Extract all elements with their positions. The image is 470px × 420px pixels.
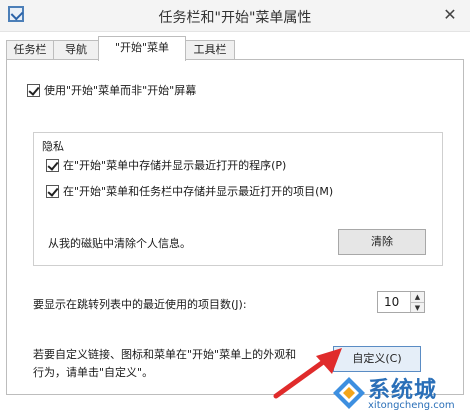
clear-button[interactable]: 清除 bbox=[338, 229, 426, 255]
tab-navigation[interactable]: 导航 bbox=[53, 40, 99, 60]
jump-list-count-value[interactable]: 10 bbox=[384, 295, 399, 309]
watermark: 系统城 xitongcheng.com bbox=[330, 372, 470, 420]
clear-tiles-text: 从我的磁贴中清除个人信息。 bbox=[48, 235, 191, 251]
store-programs-checkbox[interactable] bbox=[46, 158, 59, 172]
customize-text-line1: 若要自定义链接、图标和菜单在"开始"菜单上的外观和 bbox=[33, 348, 297, 361]
tab-taskbar[interactable]: 任务栏 bbox=[6, 40, 54, 60]
use-start-menu-label: 使用"开始"菜单而非"开始"屏幕 bbox=[44, 84, 197, 97]
use-start-menu-option[interactable]: 使用"开始"菜单而非"开始"屏幕 bbox=[27, 82, 196, 98]
watermark-url: xitongcheng.com bbox=[368, 400, 455, 411]
customize-text-line2: 行为，请单击"自定义"。 bbox=[33, 366, 154, 379]
clear-tiles-label: 从我的磁贴中清除个人信息。 bbox=[48, 237, 191, 250]
privacy-group-title: 隐私 bbox=[42, 138, 64, 154]
stepper-down-icon[interactable]: ▼ bbox=[410, 302, 424, 312]
use-start-menu-checkbox[interactable] bbox=[27, 83, 40, 97]
jump-list-count-stepper[interactable]: 10 ▲ ▼ bbox=[377, 291, 425, 313]
watermark-logo-icon bbox=[333, 377, 365, 409]
store-items-option[interactable]: 在"开始"菜单和任务栏中存储并显示最近打开的项目(M) bbox=[46, 183, 333, 199]
store-items-label: 在"开始"菜单和任务栏中存储并显示最近打开的项目(M) bbox=[63, 185, 334, 198]
privacy-group: 隐私 在"开始"菜单中存储并显示最近打开的程序(P) 在"开始"菜单和任务栏中存… bbox=[33, 132, 443, 266]
window-title: 任务栏和"开始"菜单属性 bbox=[158, 10, 312, 26]
tab-start-menu[interactable]: "开始"菜单 bbox=[98, 36, 186, 61]
tab-toolbars[interactable]: 工具栏 bbox=[185, 40, 235, 60]
tab-strip: 任务栏 导航 "开始"菜单 工具栏 bbox=[6, 36, 464, 61]
title-bar: 任务栏和"开始"菜单属性 ✕ bbox=[0, 0, 470, 32]
jump-list-label: 要显示在跳转列表中的最近使用的项目数(J): bbox=[33, 298, 247, 311]
customize-description: 若要自定义链接、图标和菜单在"开始"菜单上的外观和 行为，请单击"自定义"。 bbox=[33, 346, 296, 382]
store-items-checkbox[interactable] bbox=[46, 184, 59, 198]
store-programs-option[interactable]: 在"开始"菜单中存储并显示最近打开的程序(P) bbox=[46, 157, 286, 173]
jump-list-row: 要显示在跳转列表中的最近使用的项目数(J): bbox=[33, 296, 247, 312]
stepper-up-icon[interactable]: ▲ bbox=[410, 292, 424, 302]
start-menu-tab-panel: 使用"开始"菜单而非"开始"屏幕 隐私 在"开始"菜单中存储并显示最近打开的程序… bbox=[6, 59, 464, 395]
close-button[interactable]: ✕ bbox=[438, 4, 462, 26]
store-programs-label: 在"开始"菜单中存储并显示最近打开的程序(P) bbox=[63, 159, 287, 172]
